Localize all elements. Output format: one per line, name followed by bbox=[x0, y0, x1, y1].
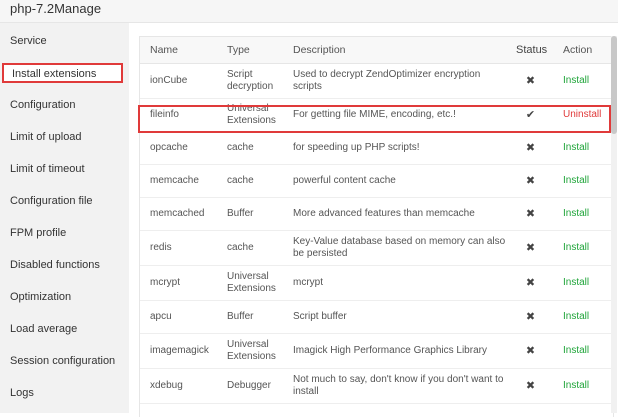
sidebar-item-session-configuration[interactable]: Session configuration bbox=[0, 345, 129, 377]
table-row: imagemagick Universal Extensions Imagick… bbox=[140, 333, 613, 369]
ext-description: Key-Value database based on memory can a… bbox=[283, 230, 508, 266]
scrollbar-thumb[interactable] bbox=[611, 36, 617, 134]
sidebar-item-configuration[interactable]: Configuration bbox=[0, 89, 129, 121]
window-title: php-7.2Manage bbox=[10, 1, 102, 16]
sidebar-item-install-extensions[interactable]: Install extensions bbox=[2, 63, 123, 83]
ext-description: Not much to say, don't know if you don't… bbox=[283, 368, 508, 404]
ext-type: Buffer bbox=[217, 300, 283, 334]
install-button[interactable]: Install bbox=[553, 368, 613, 404]
ext-name: ionCube bbox=[140, 63, 217, 99]
extensions-table-container: Name Type Description Status Action ionC… bbox=[139, 36, 614, 417]
main-content: Name Type Description Status Action ionC… bbox=[129, 23, 618, 417]
ext-description: More advanced features than memcache bbox=[283, 197, 508, 231]
install-button[interactable]: Install bbox=[553, 164, 613, 198]
sidebar: Service Install extensions Configuration… bbox=[0, 23, 129, 413]
ext-description: Used to decrypt ZendOptimizer encryption… bbox=[283, 63, 508, 99]
ext-type: cache bbox=[217, 131, 283, 165]
window-titlebar: php-7.2Manage bbox=[0, 0, 618, 23]
table-row: memcache cache powerful content cache ✖ … bbox=[140, 164, 613, 198]
ext-description: mcrypt bbox=[283, 265, 508, 301]
sidebar-item-limit-of-upload[interactable]: Limit of upload bbox=[0, 121, 129, 153]
ext-name: opcache bbox=[140, 131, 217, 165]
sidebar-item-disabled-functions[interactable]: Disabled functions bbox=[0, 249, 129, 281]
status-not-installed-icon: ✖ bbox=[508, 63, 553, 99]
ext-name: imagemagick bbox=[140, 333, 217, 369]
table-row: fileinfo Universal Extensions For gettin… bbox=[140, 98, 613, 132]
sidebar-item-configuration-file[interactable]: Configuration file bbox=[0, 185, 129, 217]
install-button[interactable]: Install bbox=[553, 300, 613, 334]
ext-description: for speeding up PHP scripts! bbox=[283, 131, 508, 165]
ext-type: cache bbox=[217, 164, 283, 198]
table-row: ionCube Script decryption Used to decryp… bbox=[140, 63, 613, 99]
header-description: Description bbox=[283, 37, 508, 64]
ext-name: memcache bbox=[140, 164, 217, 198]
install-button[interactable]: Install bbox=[553, 131, 613, 165]
uninstall-button[interactable]: Uninstall bbox=[553, 98, 613, 132]
ext-description: Script buffer bbox=[283, 300, 508, 334]
ext-name: memcached bbox=[140, 197, 217, 231]
ext-description: powerful content cache bbox=[283, 164, 508, 198]
header-action: Action bbox=[553, 37, 613, 64]
ext-type: cache bbox=[217, 230, 283, 266]
status-installed-icon: ✔ bbox=[508, 98, 553, 132]
sidebar-item-optimization[interactable]: Optimization bbox=[0, 281, 129, 313]
ext-name: fileinfo bbox=[140, 98, 217, 132]
ext-type: Script decryption bbox=[217, 63, 283, 99]
status-not-installed-icon: ✖ bbox=[508, 300, 553, 334]
table-row: mcrypt Universal Extensions mcrypt ✖ Ins… bbox=[140, 265, 613, 301]
status-not-installed-icon: ✖ bbox=[508, 131, 553, 165]
ext-name: mcrypt bbox=[140, 265, 217, 301]
install-button[interactable]: Install bbox=[553, 265, 613, 301]
table-row: redis cache Key-Value database based on … bbox=[140, 230, 613, 266]
ext-type: Universal Extensions bbox=[217, 265, 283, 301]
table-row: memcached Buffer More advanced features … bbox=[140, 197, 613, 231]
install-button[interactable]: Install bbox=[553, 63, 613, 99]
sidebar-item-load-average[interactable]: Load average bbox=[0, 313, 129, 345]
header-status: Status bbox=[508, 37, 553, 64]
install-button[interactable]: Install bbox=[553, 197, 613, 231]
sidebar-item-fpm-profile[interactable]: FPM profile bbox=[0, 217, 129, 249]
table-row: apcu Buffer Script buffer ✖ Install bbox=[140, 300, 613, 334]
status-not-installed-icon: ✖ bbox=[508, 164, 553, 198]
sidebar-item-service[interactable]: Service bbox=[0, 25, 129, 57]
install-button[interactable]: Install bbox=[553, 230, 613, 266]
table-row: xdebug Debugger Not much to say, don't k… bbox=[140, 368, 613, 404]
header-type: Type bbox=[217, 37, 283, 64]
table-header-row: Name Type Description Status Action bbox=[140, 37, 613, 64]
ext-name: redis bbox=[140, 230, 217, 266]
sidebar-item-limit-of-timeout[interactable]: Limit of timeout bbox=[0, 153, 129, 185]
status-not-installed-icon: ✖ bbox=[508, 197, 553, 231]
header-name: Name bbox=[140, 37, 217, 64]
ext-name: apcu bbox=[140, 300, 217, 334]
ext-type: Buffer bbox=[217, 197, 283, 231]
sidebar-item-logs[interactable]: Logs bbox=[0, 377, 129, 409]
table-row: opcache cache for speeding up PHP script… bbox=[140, 131, 613, 165]
ext-type: Universal Extensions bbox=[217, 333, 283, 369]
ext-description: For getting file MIME, encoding, etc.! bbox=[283, 98, 508, 132]
ext-description: Imagick High Performance Graphics Librar… bbox=[283, 333, 508, 369]
ext-name: xdebug bbox=[140, 368, 217, 404]
extensions-table: Name Type Description Status Action ionC… bbox=[140, 37, 613, 404]
install-button[interactable]: Install bbox=[553, 333, 613, 369]
status-not-installed-icon: ✖ bbox=[508, 333, 553, 369]
status-not-installed-icon: ✖ bbox=[508, 265, 553, 301]
ext-type: Debugger bbox=[217, 368, 283, 404]
status-not-installed-icon: ✖ bbox=[508, 230, 553, 266]
ext-type: Universal Extensions bbox=[217, 98, 283, 132]
status-not-installed-icon: ✖ bbox=[508, 368, 553, 404]
